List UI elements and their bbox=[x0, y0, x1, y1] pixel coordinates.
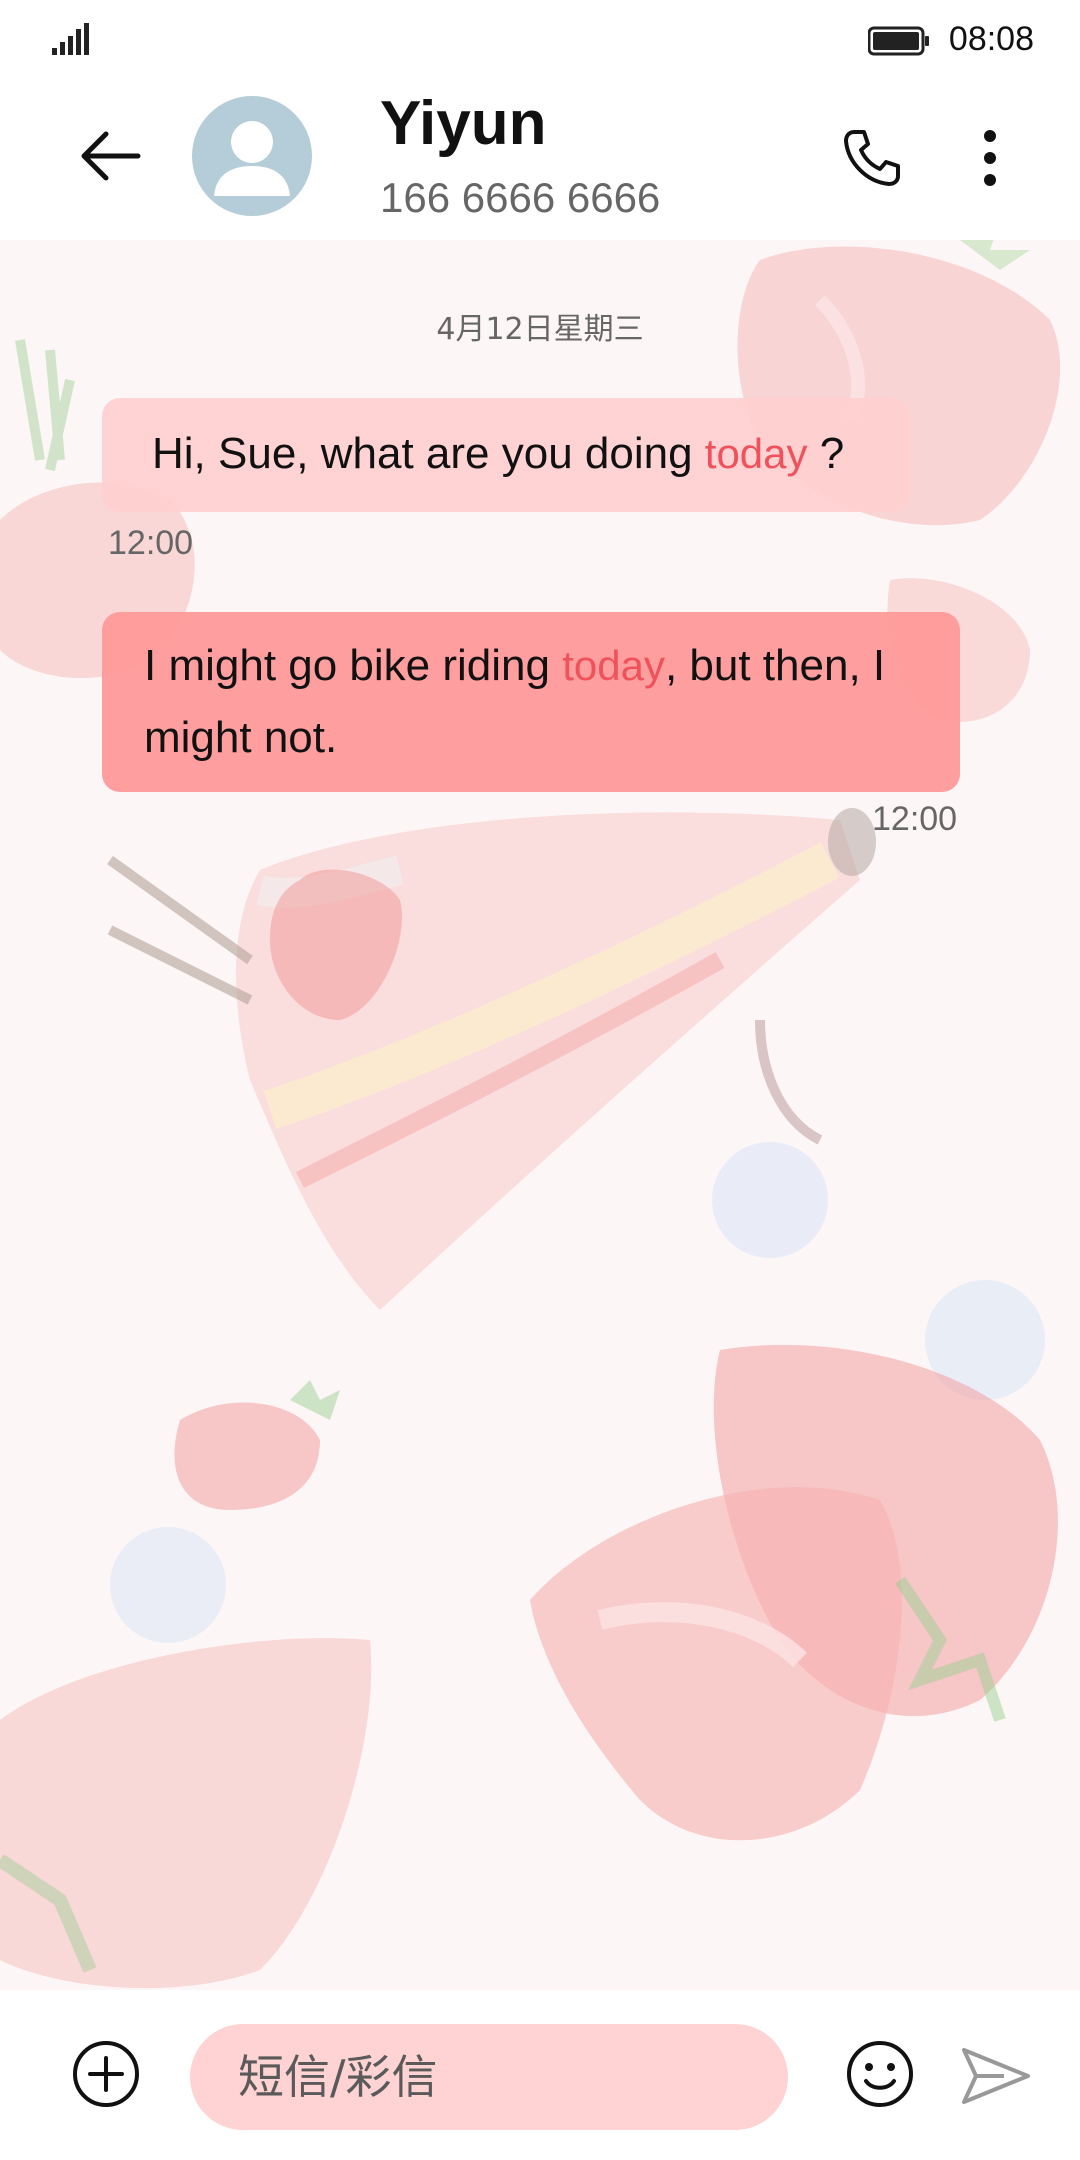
battery-full-icon bbox=[867, 26, 930, 61]
message-input[interactable] bbox=[190, 2024, 788, 2130]
signal-bars-icon bbox=[50, 22, 90, 61]
phone-icon bbox=[844, 130, 900, 186]
more-vertical-icon bbox=[984, 130, 996, 186]
send-icon bbox=[962, 2048, 1030, 2104]
composer-bar bbox=[0, 1990, 1080, 2160]
status-bar: 08:08 bbox=[0, 0, 1080, 78]
message-bubble-received[interactable]: Hi, Sue, what are you doing today ? bbox=[102, 398, 910, 512]
back-arrow-icon bbox=[81, 131, 141, 181]
highlighted-keyword[interactable]: today bbox=[705, 430, 808, 477]
date-separator: 4月12日星期三 bbox=[436, 312, 644, 347]
highlighted-keyword[interactable]: today bbox=[562, 642, 665, 689]
avatar[interactable] bbox=[192, 96, 312, 216]
message-timestamp: 12:00 bbox=[108, 524, 194, 562]
more-options-button[interactable] bbox=[950, 118, 1030, 198]
person-avatar-icon bbox=[214, 121, 290, 196]
message-text: I might go bike riding bbox=[144, 641, 563, 690]
message-timestamp: 12:00 bbox=[872, 800, 958, 838]
message-text: ? bbox=[807, 429, 845, 478]
status-time: 08:08 bbox=[948, 20, 1034, 58]
message-bubble-sent[interactable]: I might go bike riding today, but then, … bbox=[102, 612, 960, 792]
emoji-icon bbox=[847, 2041, 913, 2107]
conversation-header: Yiyun 166 6666 6666 bbox=[0, 78, 1080, 240]
back-button[interactable] bbox=[70, 116, 150, 196]
contact-number: 166 6666 6666 bbox=[380, 174, 661, 221]
add-attachment-button[interactable] bbox=[68, 2036, 144, 2112]
add-circle-icon bbox=[73, 2041, 139, 2107]
emoji-button[interactable] bbox=[842, 2036, 918, 2112]
message-text: Hi, Sue, what are you doing bbox=[152, 429, 693, 478]
contact-name: Yiyun bbox=[380, 89, 547, 158]
call-button[interactable] bbox=[832, 118, 912, 198]
send-button[interactable] bbox=[958, 2038, 1034, 2114]
